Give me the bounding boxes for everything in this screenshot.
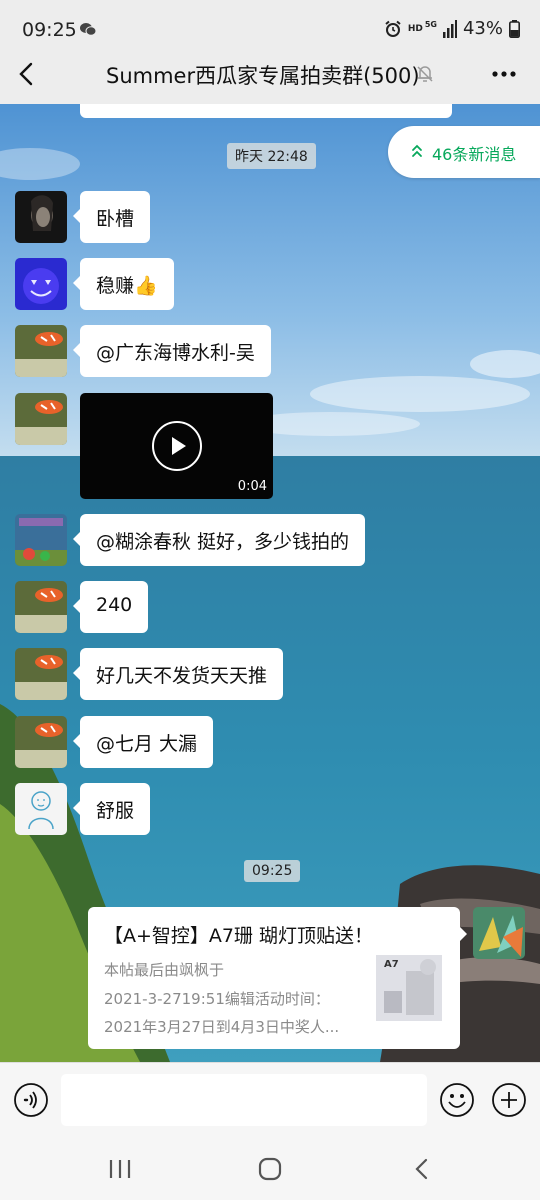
message-bubble[interactable]: @糊涂春秋 挺好，多少钱拍的 [72,514,366,566]
message-row: 好几天不发货天天推 [0,648,540,702]
message-row: @广东海博水利-吴 [0,325,540,379]
message-row: @糊涂春秋 挺好，多少钱拍的 [0,514,540,568]
5g-badge: 5G [424,20,437,29]
recent-apps-icon[interactable] [108,1158,132,1180]
wechat-notification-icon [80,23,96,36]
message-bubble[interactable]: 240 [72,581,149,633]
message-row: 240 [0,581,540,635]
new-messages-button[interactable]: 46条新消息 [388,126,540,178]
message-bubble[interactable]: 卧槽 [72,191,151,243]
hd-badge: HD [407,23,423,34]
previous-message-bubble [80,104,452,118]
message-input[interactable] [61,1074,427,1126]
status-time: 09:25 [22,19,77,41]
link-card-title: 【A+智控】A7珊 瑚灯顶贴送！ [104,925,374,947]
add-more-icon[interactable] [491,1082,527,1118]
mute-bell-icon [417,66,433,82]
battery-percent: 43% [462,18,503,39]
link-card-summary-line: 2021年3月27日到4月3日中奖人... [104,1018,340,1036]
alarm-icon [385,20,401,37]
new-messages-label: 46条新消息 [432,145,517,164]
avatar[interactable] [15,581,67,633]
link-card-summary-line: 本帖最后由飒枫于 [104,961,225,979]
avatar[interactable] [473,907,525,959]
message-bubble[interactable]: 舒服 [72,783,151,835]
signal-icon [442,19,457,38]
message-row: @七月 大漏 [0,716,540,770]
timestamp: 昨天 22:48 [227,143,316,169]
back-nav-icon[interactable] [412,1157,432,1181]
avatar[interactable] [15,514,67,566]
play-icon[interactable] [151,420,203,472]
more-options-icon[interactable] [490,62,518,86]
voice-input-icon[interactable] [13,1082,49,1118]
message-bubble[interactable]: @七月 大漏 [72,716,214,768]
status-indicators: HD 5G 43% [384,18,520,39]
message-row: 卧槽 [0,191,540,245]
avatar[interactable] [15,783,67,835]
message-row: 稳赚👍 [0,258,540,312]
avatar[interactable] [15,648,67,700]
video-message[interactable]: 0:04 [80,393,273,499]
message-row: 0:04 [0,393,540,499]
back-arrow-icon[interactable] [14,60,42,88]
system-navigation-bar [0,1140,540,1200]
timestamp: 09:25 [244,860,301,882]
message-bubble[interactable]: @广东海博水利-吴 [73,325,271,377]
message-row: 舒服 [0,783,540,837]
avatar[interactable] [15,258,67,310]
group-title: Summer西瓜家专属拍卖群(500) [106,64,420,88]
video-duration: 0:04 [237,479,267,494]
avatar[interactable] [15,393,67,445]
thumbnail-label: A7 [384,959,399,970]
input-bar [0,1062,540,1140]
link-card-thumbnail: A7 [376,955,442,1021]
chat-header: Summer西瓜家专属拍卖群(500) [0,46,540,104]
battery-icon [509,19,520,38]
avatar[interactable] [15,191,67,243]
home-icon[interactable] [258,1157,282,1181]
avatar[interactable] [15,716,67,768]
avatar[interactable] [15,325,67,377]
link-card-message[interactable]: 【A+智控】A7珊 瑚灯顶贴送！ 本帖最后由飒枫于 2021-3-2719:51… [88,907,467,1049]
chat-area[interactable]: 昨天 22:48 46条新消息 卧槽 稳赚👍 @广东海博水利-吴 0:04 @糊… [0,104,540,1062]
link-card-summary-line: 2021-3-2719:51编辑活动时间： [104,990,330,1008]
emoji-icon[interactable] [439,1082,475,1118]
message-bubble[interactable]: 稳赚👍 [73,258,174,310]
message-bubble[interactable]: 好几天不发货天天推 [72,648,284,700]
double-chevron-up-icon [412,144,422,157]
